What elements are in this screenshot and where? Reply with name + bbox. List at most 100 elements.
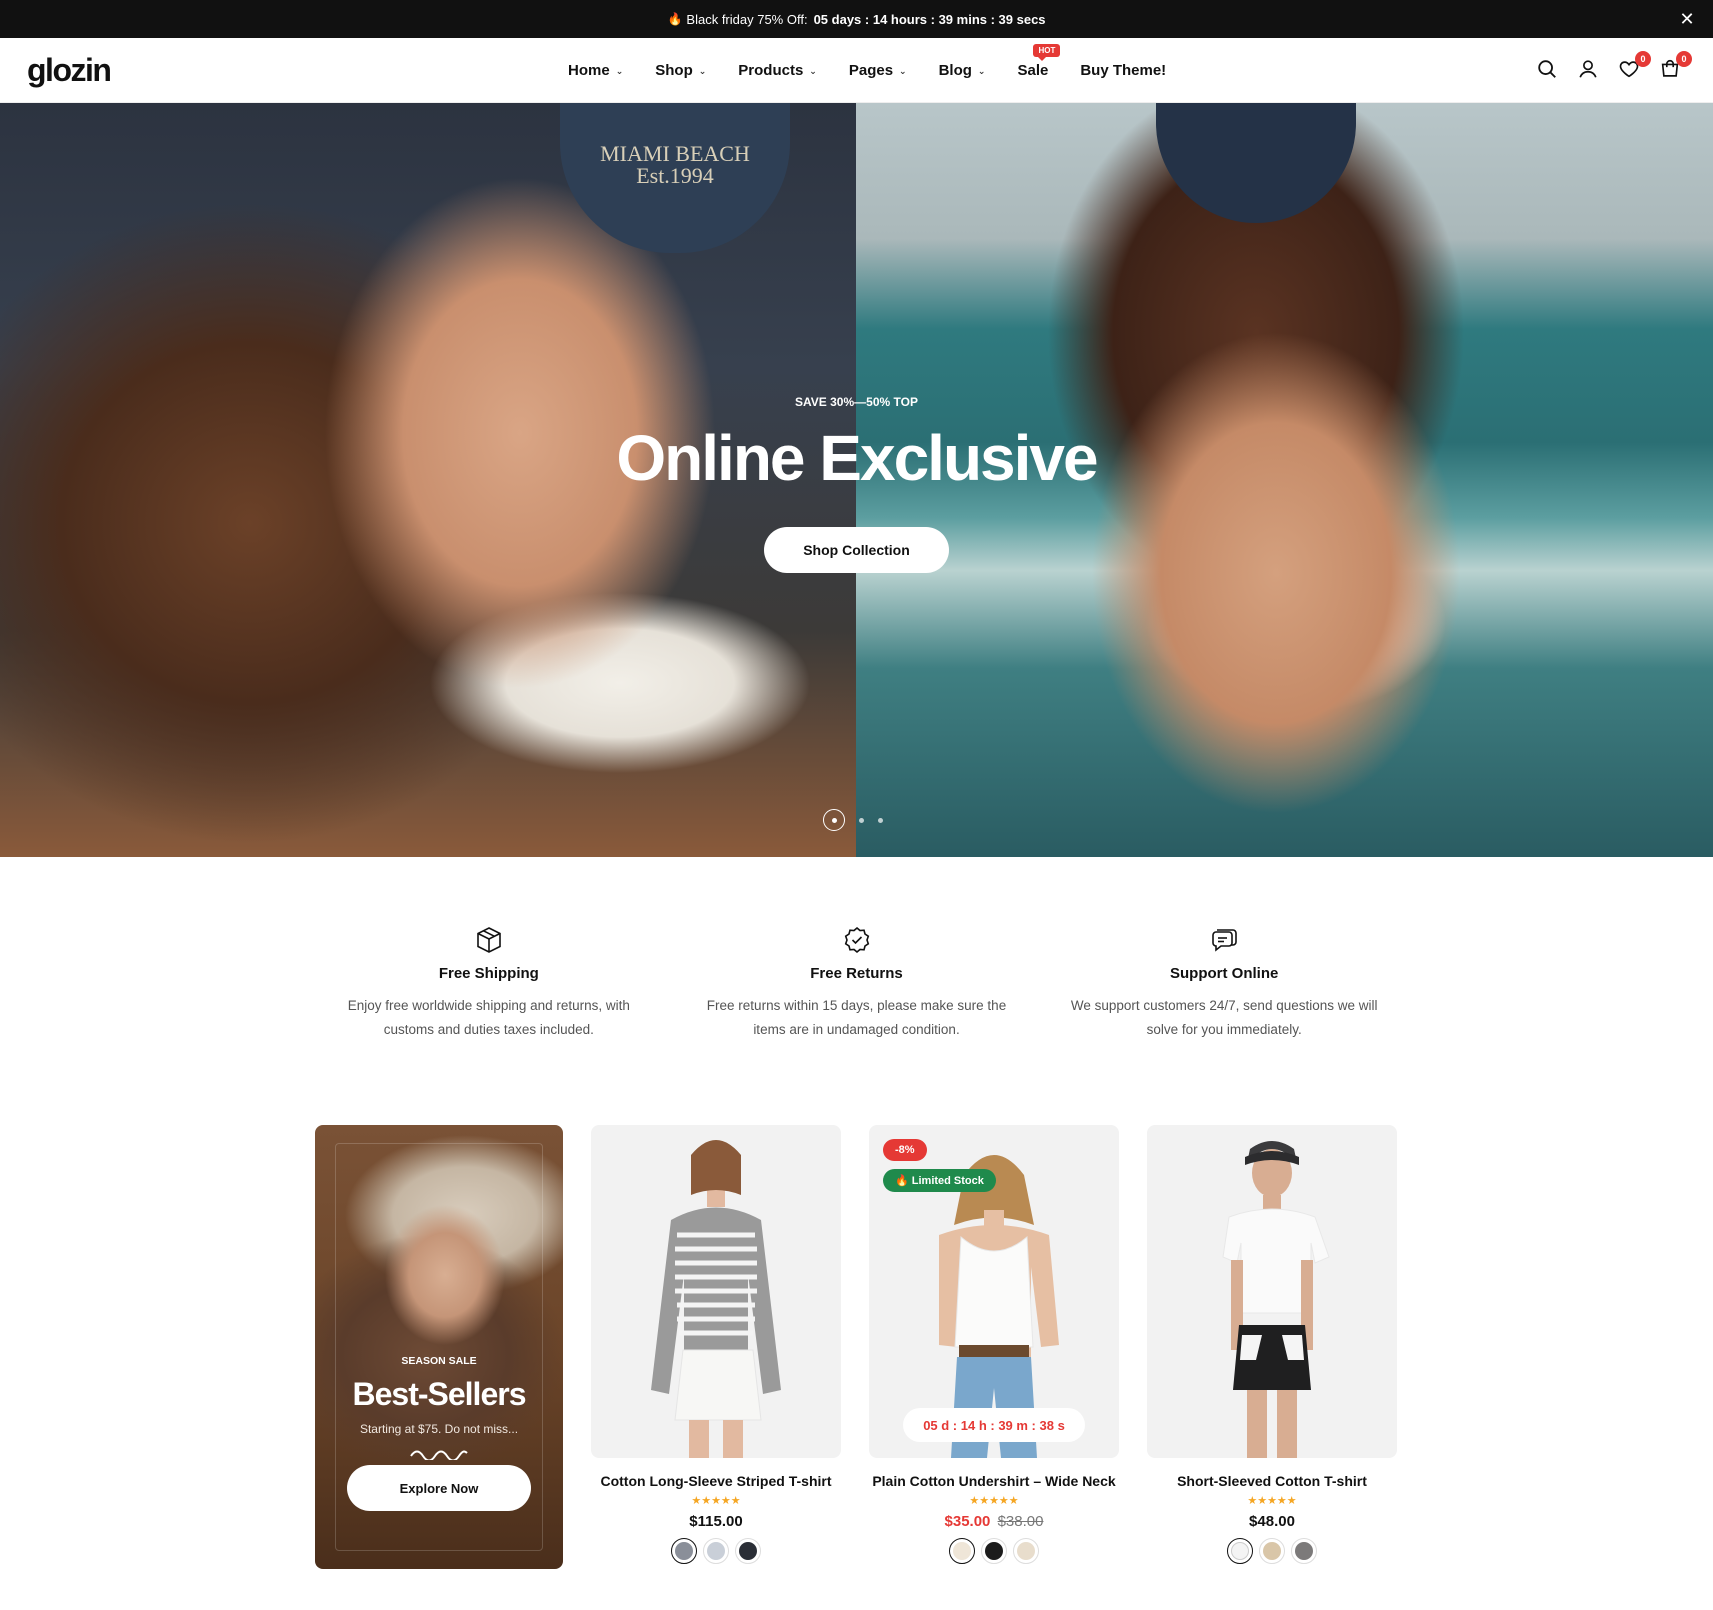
hero-content: SAVE 30%—50% TOP Online Exclusive Shop C… xyxy=(0,103,1713,857)
best-sellers-promo-card[interactable]: SEASON SALE Best-Sellers Starting at $75… xyxy=(315,1125,563,1569)
announcement-bar: 🔥 Black friday 75% Off: 05 days : 14 hou… xyxy=(0,0,1713,38)
nav-item-home[interactable]: Home ⌄ xyxy=(568,62,623,79)
cart-count-badge: 0 xyxy=(1676,51,1692,67)
slide-dot-2[interactable] xyxy=(859,817,864,823)
sale-countdown-timer: 05 d : 14 h : 39 m : 38 s xyxy=(903,1408,1085,1442)
cart-icon[interactable]: 0 xyxy=(1659,51,1692,82)
logo[interactable]: glozin xyxy=(27,52,112,89)
nav-item-label: Pages xyxy=(848,62,894,79)
shop-collection-button[interactable]: Shop Collection xyxy=(764,527,949,573)
main-nav: Home ⌄ Shop ⌄ Products ⌄ Pages ⌄ Blog ⌄ … xyxy=(568,38,1198,103)
announcement-promo-text: Black friday 75% Off: xyxy=(686,11,808,27)
color-swatches xyxy=(1147,1538,1397,1564)
features-row: Free Shipping Enjoy free worldwide shipp… xyxy=(305,925,1408,1042)
nav-item-label: Home xyxy=(568,62,610,79)
color-swatch[interactable] xyxy=(1013,1538,1039,1564)
color-swatches xyxy=(591,1538,841,1564)
color-swatch[interactable] xyxy=(703,1538,729,1564)
hot-badge: HOT xyxy=(1033,44,1061,61)
feature-desc-line: items are in undamaged condition. xyxy=(753,1022,960,1037)
nav-item-buy-theme[interactable]: Buy Theme! xyxy=(1080,62,1166,79)
product-card: Short-Sleeved Cotton T-shirt ★★★★★ $48.0… xyxy=(1147,1125,1397,1564)
feature-description: We support customers 24/7, send question… xyxy=(1040,994,1408,1042)
color-swatch[interactable] xyxy=(735,1538,761,1564)
feature-description: Free returns within 15 days, please make… xyxy=(673,994,1041,1042)
product-image[interactable] xyxy=(591,1125,841,1458)
sale-price: $35.00 xyxy=(944,1513,991,1530)
nav-item-label: Products xyxy=(738,62,804,79)
wishlist-count-badge: 0 xyxy=(1635,51,1651,67)
product-price: $35.00 $38.00 xyxy=(869,1513,1119,1530)
limited-stock-badge: 🔥 Limited Stock xyxy=(883,1169,996,1192)
chevron-down-icon: ⌄ xyxy=(809,66,817,76)
feature-title: Free Shipping xyxy=(438,965,539,982)
nav-item-products[interactable]: Products ⌄ xyxy=(738,62,817,79)
chevron-down-icon: ⌄ xyxy=(899,66,907,76)
slide-dot-1[interactable] xyxy=(823,809,845,831)
feature-desc-line: Enjoy free worldwide shipping and return… xyxy=(347,998,630,1013)
rating-stars: ★★★★★ xyxy=(969,1495,1019,1507)
site-header: glozin Home ⌄ Shop ⌄ Products ⌄ Pages ⌄ … xyxy=(0,38,1713,103)
chat-icon xyxy=(1209,925,1239,955)
product-name[interactable]: Short-Sleeved Cotton T-shirt xyxy=(1147,1473,1397,1489)
promo-subtitle: Starting at $75. Do not miss... xyxy=(359,1422,519,1436)
nav-item-label: Buy Theme! xyxy=(1080,62,1167,79)
nav-item-shop[interactable]: Shop ⌄ xyxy=(655,62,706,79)
promo-eyebrow: SEASON SALE xyxy=(401,1355,477,1367)
feature-title: Free Returns xyxy=(810,965,903,982)
user-icon[interactable] xyxy=(1577,58,1601,82)
product-price: $115.00 xyxy=(689,1513,743,1530)
feature-desc-line: Free returns within 15 days, please make… xyxy=(706,998,1007,1013)
feature-desc-line: solve for you immediately. xyxy=(1146,1022,1302,1037)
nav-item-label: Blog xyxy=(938,62,972,79)
color-swatch[interactable] xyxy=(1227,1538,1253,1564)
feature-description: Enjoy free worldwide shipping and return… xyxy=(305,994,673,1042)
product-card: -8% 🔥 Limited Stock 05 d : 14 h : 39 m :… xyxy=(869,1125,1119,1564)
hero-title: Online Exclusive xyxy=(616,422,1098,494)
badge-check-icon xyxy=(842,925,872,955)
nav-item-pages[interactable]: Pages ⌄ xyxy=(849,62,907,79)
rating-stars: ★★★★★ xyxy=(1247,1495,1297,1507)
color-swatches xyxy=(869,1538,1119,1564)
feature-free-returns: Free Returns Free returns within 15 days… xyxy=(673,925,1041,1042)
color-swatch[interactable] xyxy=(981,1538,1007,1564)
feature-support-online: Support Online We support customers 24/7… xyxy=(1040,925,1408,1042)
feature-desc-line: customs and duties taxes included. xyxy=(383,1022,594,1037)
product-name[interactable]: Cotton Long-Sleeve Striped T-shirt xyxy=(591,1473,841,1489)
color-swatch[interactable] xyxy=(1291,1538,1317,1564)
hero-slider: MIAMI BEACH Est.1994 SAVE 30%—50% TOP On… xyxy=(0,103,1713,857)
promo-title: Best-Sellers xyxy=(352,1376,527,1412)
product-card: Cotton Long-Sleeve Striped T-shirt ★★★★★… xyxy=(591,1125,841,1564)
feature-desc-line: We support customers 24/7, send question… xyxy=(1070,998,1378,1013)
product-photo-striped-tshirt xyxy=(651,1140,781,1458)
fire-icon: 🔥 xyxy=(667,12,683,26)
slider-pagination xyxy=(823,809,883,831)
hero-eyebrow: SAVE 30%—50% TOP xyxy=(795,395,918,409)
original-price: $38.00 xyxy=(997,1513,1044,1530)
announcement-countdown: 05 days : 14 hours : 39 mins : 39 secs xyxy=(813,11,1046,27)
chevron-down-icon: ⌄ xyxy=(977,66,986,76)
nav-item-label: Shop xyxy=(655,62,693,79)
product-image[interactable] xyxy=(1147,1125,1397,1458)
heart-icon[interactable]: 0 xyxy=(1618,51,1651,82)
header-actions: 0 0 xyxy=(1519,51,1692,82)
nav-item-label: Sale xyxy=(1017,62,1049,79)
close-icon[interactable]: ✕ xyxy=(1677,9,1697,29)
color-swatch[interactable] xyxy=(949,1538,975,1564)
box-icon xyxy=(474,925,504,955)
nav-item-sale[interactable]: HOT Sale xyxy=(1017,44,1061,79)
color-swatch[interactable] xyxy=(671,1538,697,1564)
wave-divider-icon xyxy=(410,1450,468,1460)
search-icon[interactable] xyxy=(1536,58,1560,82)
discount-badge: -8% xyxy=(883,1139,927,1161)
color-swatch[interactable] xyxy=(1259,1538,1285,1564)
feature-title: Support Online xyxy=(1170,965,1279,982)
nav-item-blog[interactable]: Blog ⌄ xyxy=(939,62,986,79)
product-price: $48.00 xyxy=(1249,1513,1295,1530)
limited-stock-label: Limited Stock xyxy=(911,1175,984,1187)
slide-dot-3[interactable] xyxy=(878,817,883,823)
product-image[interactable]: -8% 🔥 Limited Stock 05 d : 14 h : 39 m :… xyxy=(869,1125,1119,1458)
explore-now-button[interactable]: Explore Now xyxy=(347,1465,531,1511)
product-photo-short-sleeve-tshirt xyxy=(1222,1141,1330,1458)
product-name[interactable]: Plain Cotton Undershirt – Wide Neck xyxy=(869,1473,1119,1489)
